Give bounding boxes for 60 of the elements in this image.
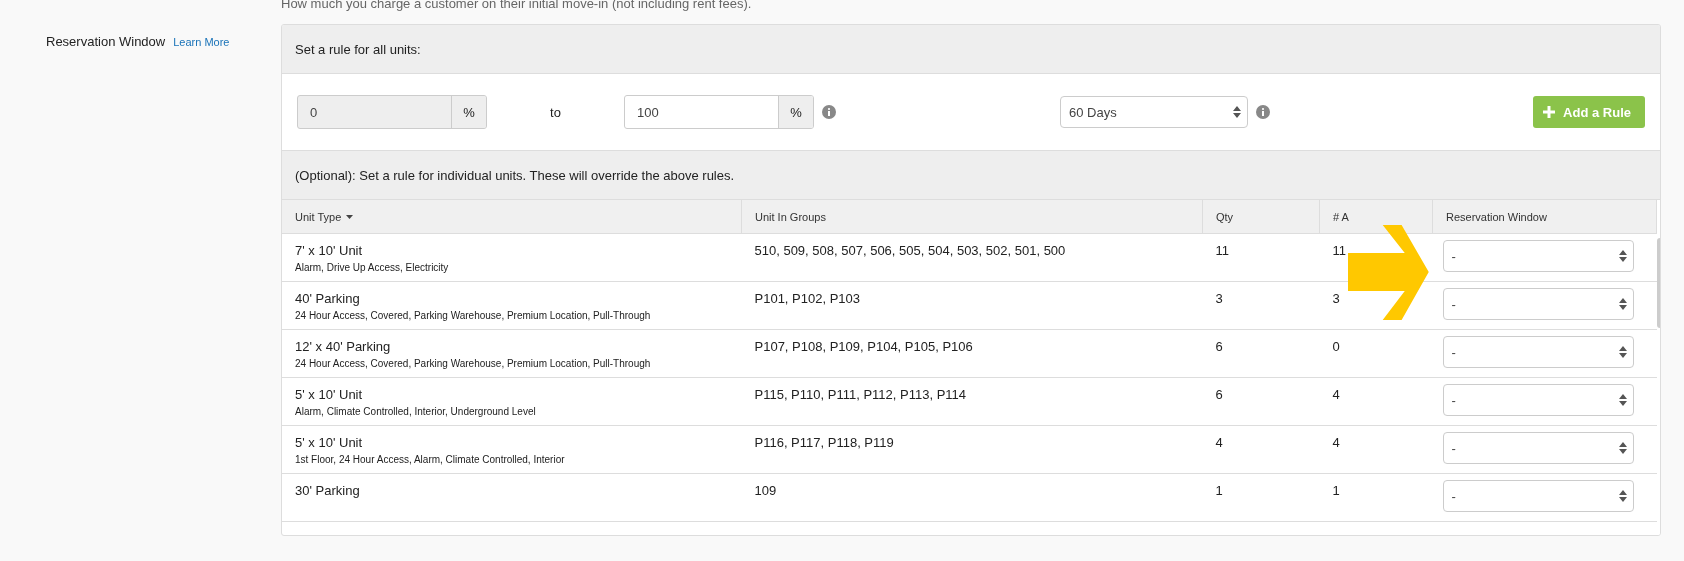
updown-arrows-icon [1618, 346, 1627, 358]
updown-arrows-icon [1618, 490, 1627, 502]
unit-type: 40' Parking [295, 291, 361, 307]
updown-arrows-icon [1618, 394, 1627, 406]
percent-addon: % [451, 96, 486, 128]
updown-arrows-icon [1233, 106, 1241, 118]
table-cell-text: 1 [1215, 483, 1224, 499]
learn-more-link[interactable]: Learn More [173, 36, 230, 48]
unit-type: 5' x 10' Unit [295, 387, 364, 403]
window-select[interactable]: - [1442, 384, 1634, 416]
unit-type: 30' Parking [295, 483, 361, 499]
window-select[interactable]: - [1442, 288, 1634, 320]
table-cell-text: P101, P102, P103 [754, 291, 862, 307]
section-heading: Set a rule for all units: [295, 41, 421, 57]
unit-type: 7' x 10' Unit [295, 243, 364, 259]
column-header: # A [1319, 200, 1433, 234]
table-cell-text: P107, P108, P109, P104, P105, P106 [754, 339, 974, 355]
unit-features: Alarm, Drive Up Access, Electricity [295, 262, 450, 273]
range-separator: to [549, 104, 562, 120]
table-cell-text: 510, 509, 508, 507, 506, 505, 504, 503, 502, 501, 500 [754, 243, 1067, 259]
unit-features: 1st Floor, 24 Hour Access, Alarm, Climate Controlled, Interior [295, 454, 566, 465]
table-cell-text: 1 [1332, 483, 1341, 499]
column-header[interactable]: Unit Type [282, 200, 742, 234]
table-cell-text: 11 [1332, 243, 1347, 259]
table-cell-text: 6 [1215, 387, 1224, 403]
table-cell-text: 6 [1215, 339, 1224, 355]
window-select[interactable]: - [1442, 336, 1634, 368]
table-cell-text: 4 [1332, 387, 1341, 403]
table-cell-text: 3 [1215, 291, 1224, 307]
field-label: Reservation Window [46, 34, 166, 49]
updown-arrows-icon [1618, 442, 1627, 454]
plus-icon [1543, 106, 1556, 118]
sort-caret-icon [346, 214, 354, 219]
column-header: Qty [1202, 200, 1320, 234]
period-select[interactable]: 60 Days [1060, 96, 1248, 128]
unit-features: 24 Hour Access, Covered, Parking Warehouse, Premium Location, Pull-Through [295, 358, 652, 369]
column-header: Reservation Window [1432, 200, 1657, 234]
info-icon [1256, 105, 1270, 119]
table-cell-text: 109 [754, 483, 778, 499]
table-cell-text: 4 [1215, 435, 1224, 451]
table-cell-text: 3 [1332, 291, 1341, 307]
table-cell-text: 11 [1215, 243, 1230, 259]
percent-field[interactable]: 100 % [624, 95, 814, 129]
table-cell-text: P116, P117, P118, P119 [754, 435, 895, 451]
updown-arrows-icon [1618, 250, 1627, 262]
table-cell-text: 0 [1332, 339, 1341, 355]
window-select[interactable]: - [1442, 432, 1634, 464]
table-cell-text: 4 [1332, 435, 1341, 451]
percent-addon: % [778, 96, 813, 128]
table-cell-text: P115, P110, P111, P112, P113, P114 [754, 387, 968, 403]
updown-arrows-icon [1618, 298, 1627, 310]
column-header: Unit In Groups [741, 200, 1203, 234]
window-select[interactable]: - [1442, 240, 1634, 272]
window-select[interactable]: - [1442, 480, 1634, 512]
unit-features: 24 Hour Access, Covered, Parking Warehouse, Premium Location, Pull-Through [295, 310, 652, 321]
section-heading: (Optional): Set a rule for individual units. These will override the above rules. [295, 167, 735, 183]
unit-type: 5' x 10' Unit [295, 435, 364, 451]
info-icon [822, 105, 836, 119]
unit-features: Alarm, Climate Controlled, Interior, Underground Level [295, 406, 537, 417]
unit-type: 12' x 40' Parking [295, 339, 392, 355]
